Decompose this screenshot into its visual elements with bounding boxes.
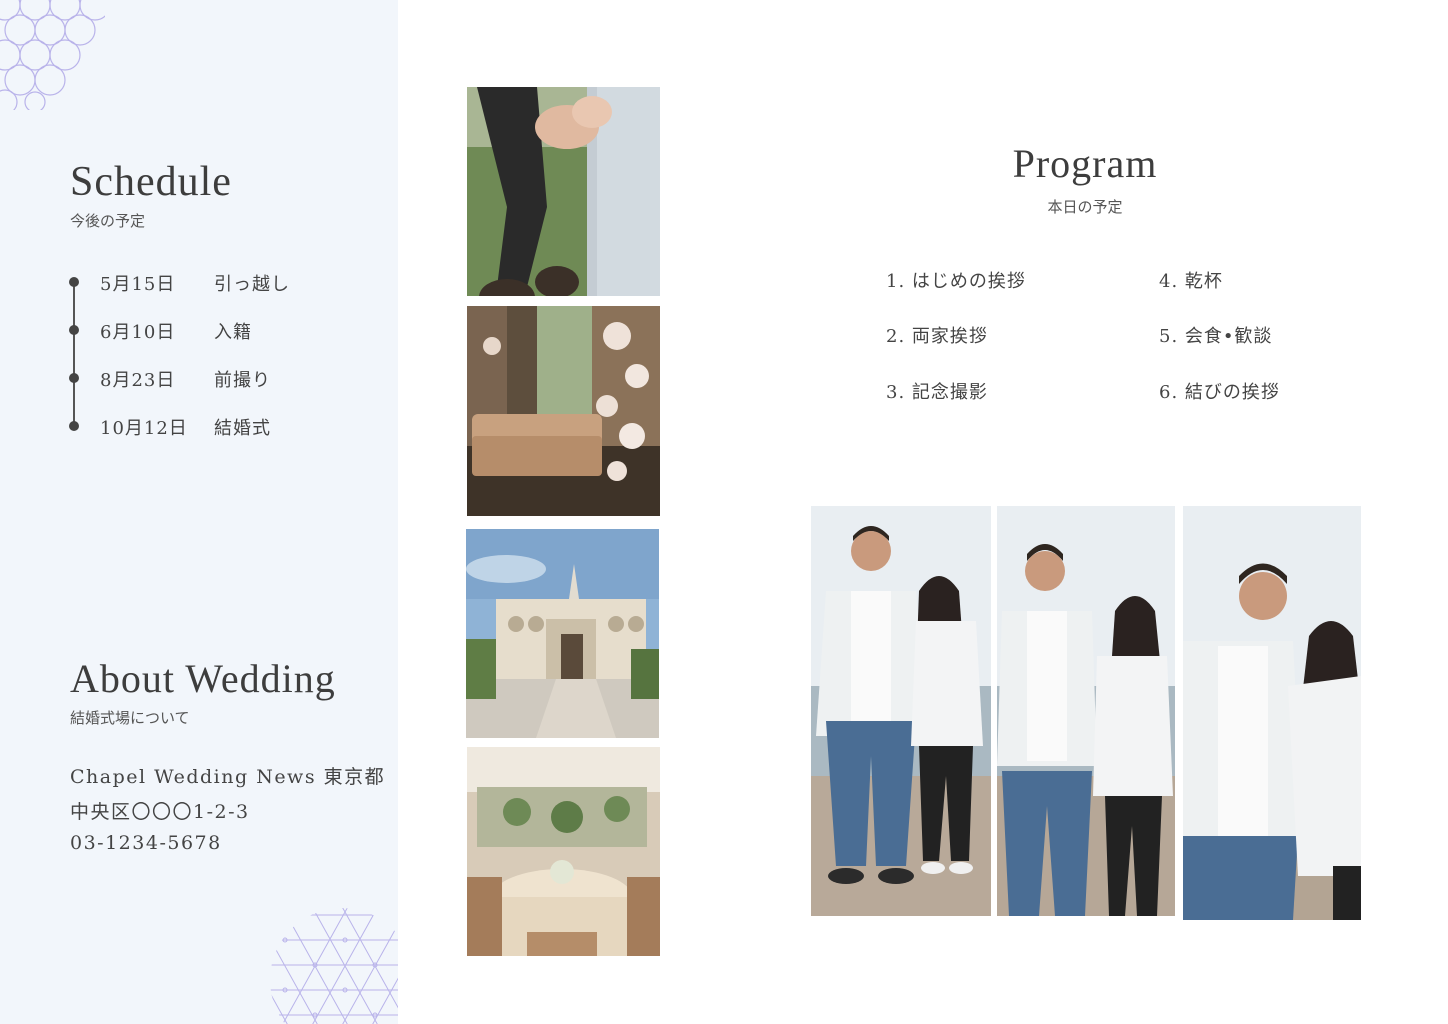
program-item: 5. 会食•歓談	[1159, 326, 1273, 347]
venue-name: Chapel Wedding News 東京都	[70, 766, 386, 788]
program-title: Program	[1012, 141, 1158, 186]
photo-chapel-exterior	[466, 529, 659, 738]
about-subtitle: 結婚式場について	[70, 709, 190, 727]
schedule-title: Schedule	[70, 159, 232, 205]
left-panel: Schedule 今後の予定 5月15日 引っ越し 6月10日 入籍 8月23日…	[0, 0, 398, 1024]
schedule-date: 6月10日	[100, 322, 176, 343]
timeline-dot	[69, 373, 79, 383]
photo-banquet-hall	[467, 747, 660, 956]
program-item: 4. 乾杯	[1159, 271, 1223, 292]
photo-couple-1	[811, 506, 991, 916]
schedule-event: 前撮り	[214, 370, 271, 391]
schedule-item: 5月15日 引っ越し	[0, 270, 398, 295]
program-item: 1. はじめの挨拶	[886, 271, 1026, 292]
photo-couple-2	[997, 506, 1175, 916]
schedule-item: 8月23日 前撮り	[0, 366, 398, 391]
photo-couple-3	[1183, 506, 1361, 920]
photo-lounge-flowers	[467, 306, 660, 516]
schedule-event: 結婚式	[214, 418, 271, 439]
schedule-event: 引っ越し	[214, 274, 290, 295]
schedule-item: 6月10日 入籍	[0, 318, 398, 343]
photo-holding-hands	[467, 87, 660, 296]
schedule-date: 5月15日	[100, 274, 176, 295]
timeline-dot	[69, 325, 79, 335]
program-item: 3. 記念撮影	[886, 382, 988, 403]
schedule-event: 入籍	[214, 322, 252, 343]
schedule-date: 10月12日	[100, 418, 188, 439]
timeline-dot	[69, 421, 79, 431]
schedule-item: 10月12日 結婚式	[0, 414, 398, 439]
schedule-subtitle: 今後の予定	[70, 212, 146, 230]
timeline-line	[73, 282, 75, 430]
asanoha-pattern-bottom	[270, 908, 398, 1024]
schedule-date: 8月23日	[100, 370, 176, 391]
about-title: About Wedding	[70, 656, 336, 701]
seigaiha-pattern-top	[0, 0, 105, 110]
program-item: 2. 両家挨拶	[886, 326, 988, 347]
venue-address: 中央区〇〇〇1-2-3	[70, 801, 250, 823]
timeline-dot	[69, 277, 79, 287]
program-subtitle: 本日の予定	[1047, 198, 1123, 216]
venue-phone: 03-1234-5678	[70, 832, 222, 854]
program-item: 6. 結びの挨拶	[1159, 382, 1280, 403]
